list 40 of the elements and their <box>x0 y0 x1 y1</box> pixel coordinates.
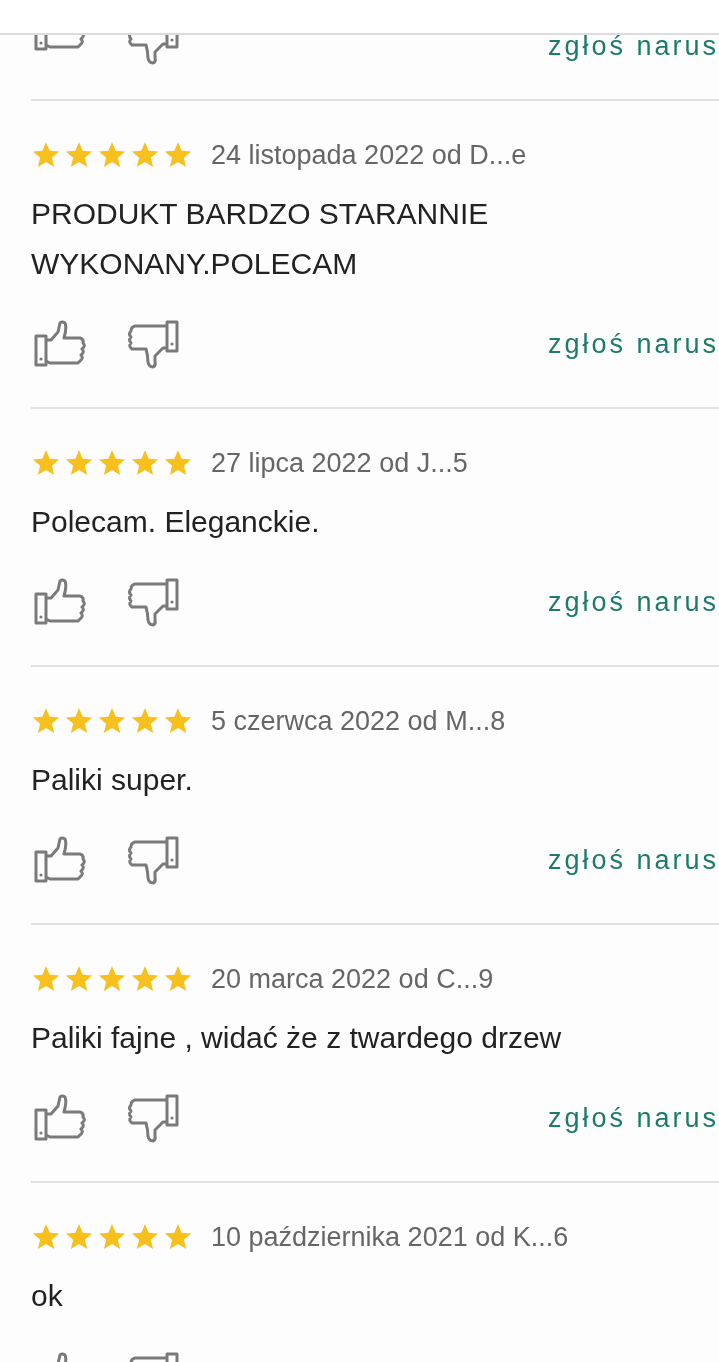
star-icon <box>163 448 193 478</box>
star-icon <box>64 1222 94 1252</box>
star-icon <box>97 1222 127 1252</box>
star-icon <box>64 140 94 170</box>
report-link[interactable]: zgłoś narus <box>547 844 719 876</box>
review-meta: 20 marca 2022 od C...9 <box>211 963 494 995</box>
review-meta: 24 listopada 2022 od D...e <box>211 139 527 171</box>
review-text: ok <box>31 1278 64 1314</box>
star-icon <box>64 448 94 478</box>
star-icon <box>130 1222 160 1252</box>
star-icon <box>31 1222 61 1252</box>
star-icon <box>64 964 94 994</box>
star-icon <box>163 140 193 170</box>
star-icon <box>31 448 61 478</box>
report-link[interactable]: zgłoś narus <box>547 33 719 59</box>
review-meta: 5 czerwca 2022 od M...8 <box>211 705 506 737</box>
review-text: Paliki fajne , widać że z twardego drzew <box>31 1020 563 1056</box>
report-link[interactable]: zgłoś narus <box>547 328 719 360</box>
star-icon <box>130 140 160 170</box>
star-icon <box>163 706 193 736</box>
review-meta: 27 lipca 2022 od J...5 <box>211 447 468 479</box>
star-icon <box>130 448 160 478</box>
star-icon <box>97 706 127 736</box>
star-icon <box>97 964 127 994</box>
star-icon <box>130 964 160 994</box>
star-icon <box>31 706 61 736</box>
review-meta: 10 października 2021 od K...6 <box>211 1221 569 1253</box>
review-text: PRODUKT BARDZO STARANNIE WYKONANY.POLECAM <box>31 196 490 282</box>
star-icon <box>31 140 61 170</box>
review-text: Paliki super. <box>31 762 194 798</box>
report-link[interactable]: zgłoś narus <box>547 1102 719 1134</box>
star-icon <box>31 964 61 994</box>
star-icon <box>163 1222 193 1252</box>
star-icon <box>64 706 94 736</box>
star-icon <box>163 964 193 994</box>
report-link[interactable]: zgłoś narus <box>547 586 719 618</box>
star-icon <box>130 706 160 736</box>
star-icon <box>97 140 127 170</box>
review-text: Polecam. Eleganckie. <box>31 504 321 540</box>
star-icon <box>97 448 127 478</box>
